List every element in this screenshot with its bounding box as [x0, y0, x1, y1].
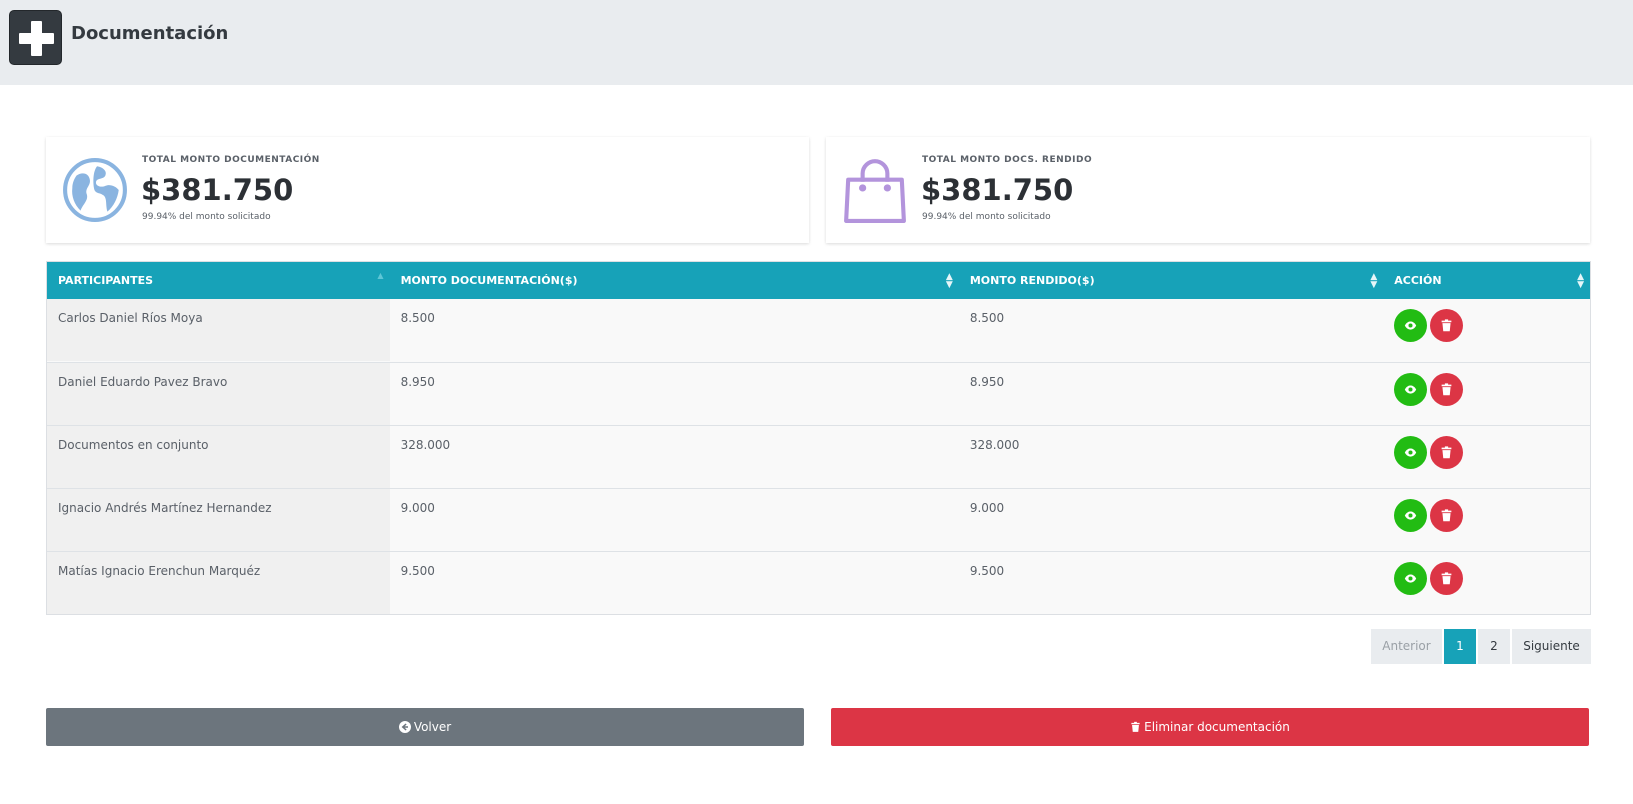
view-button[interactable]: [1394, 373, 1428, 406]
column-header-participantes[interactable]: PARTICIPANTES ▲: [47, 262, 390, 299]
eye-icon: [1405, 321, 1417, 330]
action-cell: [1383, 363, 1590, 425]
trash-icon: [1441, 383, 1452, 396]
monto-rendido-cell: 8.500: [969, 311, 1005, 325]
card-subtext: 99.94% del monto solicitado: [142, 212, 271, 222]
participant-cell: Ignacio Andrés Martínez Hernandez: [47, 489, 390, 551]
table-body: Carlos Daniel Ríos Moya 8.500 8.500 Dani…: [47, 299, 1590, 614]
back-label: Volver: [413, 720, 452, 734]
card-amount: $381.750: [141, 173, 294, 207]
view-button[interactable]: [1394, 499, 1428, 532]
monto-rendido-cell: 9.500: [969, 564, 1005, 578]
pagination-next[interactable]: Siguiente: [1512, 629, 1591, 664]
delete-documentation-button[interactable]: Eliminar documentación: [831, 708, 1589, 746]
table-row: Carlos Daniel Ríos Moya 8.500 8.500: [47, 299, 1590, 362]
table-header: PARTICIPANTES ▲ MONTO DOCUMENTACIÓN($) ▲…: [47, 262, 1590, 299]
sort-icon: ▲ ▼: [945, 272, 953, 290]
delete-button[interactable]: [1430, 562, 1464, 595]
action-cell: [1383, 489, 1590, 551]
trash-icon: [1441, 572, 1452, 585]
participant-cell: Daniel Eduardo Pavez Bravo: [47, 363, 390, 425]
monto-documentacion-cell: 328.000: [400, 438, 451, 452]
trash-icon: [1131, 721, 1140, 732]
monto-documentacion-cell: 8.500: [400, 311, 435, 325]
action-cell: [1383, 426, 1590, 488]
card-label: TOTAL MONTO DOCS. RENDIDO: [922, 155, 1093, 165]
pagination-page-2[interactable]: 2: [1478, 629, 1510, 664]
eye-icon: [1405, 385, 1417, 394]
view-button[interactable]: [1394, 562, 1428, 595]
sort-asc-icon: ▲: [377, 271, 384, 280]
participant-cell: Documentos en conjunto: [47, 426, 390, 488]
trash-icon: [1441, 446, 1452, 459]
header-label: ACCIÓN: [1394, 274, 1442, 287]
delete-button[interactable]: [1430, 436, 1464, 469]
card-subtext: 99.94% del monto solicitado: [922, 212, 1051, 222]
table-row: Documentos en conjunto 328.000 328.000: [47, 425, 1590, 488]
table-row: Ignacio Andrés Martínez Hernandez 9.000 …: [47, 488, 1590, 551]
view-button[interactable]: [1394, 436, 1428, 469]
monto-rendido-cell: 328.000: [969, 438, 1020, 452]
pagination-page-1[interactable]: 1: [1444, 629, 1476, 664]
header-label: MONTO DOCUMENTACIÓN($): [400, 274, 578, 287]
delete-button[interactable]: [1430, 499, 1464, 532]
pagination-previous[interactable]: Anterior: [1371, 629, 1442, 664]
eye-icon: [1405, 448, 1417, 457]
globe-icon: [63, 158, 127, 222]
column-header-accion[interactable]: ACCIÓN ▲ ▼: [1383, 262, 1590, 299]
trash-icon: [1441, 319, 1452, 332]
documentation-table: PARTICIPANTES ▲ MONTO DOCUMENTACIÓN($) ▲…: [46, 261, 1591, 615]
back-button[interactable]: Volver: [46, 708, 804, 746]
eye-icon: [1405, 574, 1417, 583]
view-button[interactable]: [1394, 309, 1428, 342]
delete-label: Eliminar documentación: [1144, 720, 1290, 734]
table-row: Matías Ignacio Erenchun Marquéz 9.500 9.…: [47, 551, 1590, 614]
page-title: Documentación: [71, 23, 229, 44]
arrow-circle-left-icon: [398, 721, 411, 733]
sort-icon: ▲ ▼: [1370, 272, 1378, 290]
summary-card-total-documentacion: TOTAL MONTO DOCUMENTACIÓN $381.750 99.94…: [46, 137, 809, 243]
eye-icon: [1405, 511, 1417, 520]
monto-documentacion-cell: 9.500: [400, 564, 435, 578]
monto-documentacion-cell: 9.000: [400, 501, 435, 515]
pagination: Anterior 1 2 Siguiente: [1371, 629, 1591, 664]
action-cell: [1383, 299, 1590, 361]
sort-icon: ▲ ▼: [1577, 272, 1584, 290]
monto-rendido-cell: 8.950: [969, 375, 1005, 389]
column-header-monto-rendido[interactable]: MONTO RENDIDO($) ▲ ▼: [959, 262, 1383, 299]
participant-cell: Matías Ignacio Erenchun Marquéz: [47, 552, 390, 614]
delete-button[interactable]: [1430, 373, 1464, 406]
trash-icon: [1441, 509, 1452, 522]
summary-card-total-rendido: TOTAL MONTO DOCS. RENDIDO $381.750 99.94…: [826, 137, 1590, 243]
card-label: TOTAL MONTO DOCUMENTACIÓN: [142, 155, 320, 165]
header-label: PARTICIPANTES: [58, 274, 154, 287]
card-amount: $381.750: [921, 173, 1074, 207]
plus-icon[interactable]: [9, 10, 62, 65]
monto-rendido-cell: 9.000: [969, 501, 1005, 515]
shopping-bag-icon: [844, 159, 906, 223]
table-row: Daniel Eduardo Pavez Bravo 8.950 8.950: [47, 362, 1590, 425]
column-header-monto-documentacion[interactable]: MONTO DOCUMENTACIÓN($) ▲ ▼: [390, 262, 959, 299]
monto-documentacion-cell: 8.950: [400, 375, 435, 389]
participant-cell: Carlos Daniel Ríos Moya: [47, 299, 390, 361]
delete-button[interactable]: [1430, 309, 1464, 342]
header-label: MONTO RENDIDO($): [969, 274, 1095, 287]
top-bar: Documentación: [0, 0, 1633, 85]
action-cell: [1383, 552, 1590, 614]
